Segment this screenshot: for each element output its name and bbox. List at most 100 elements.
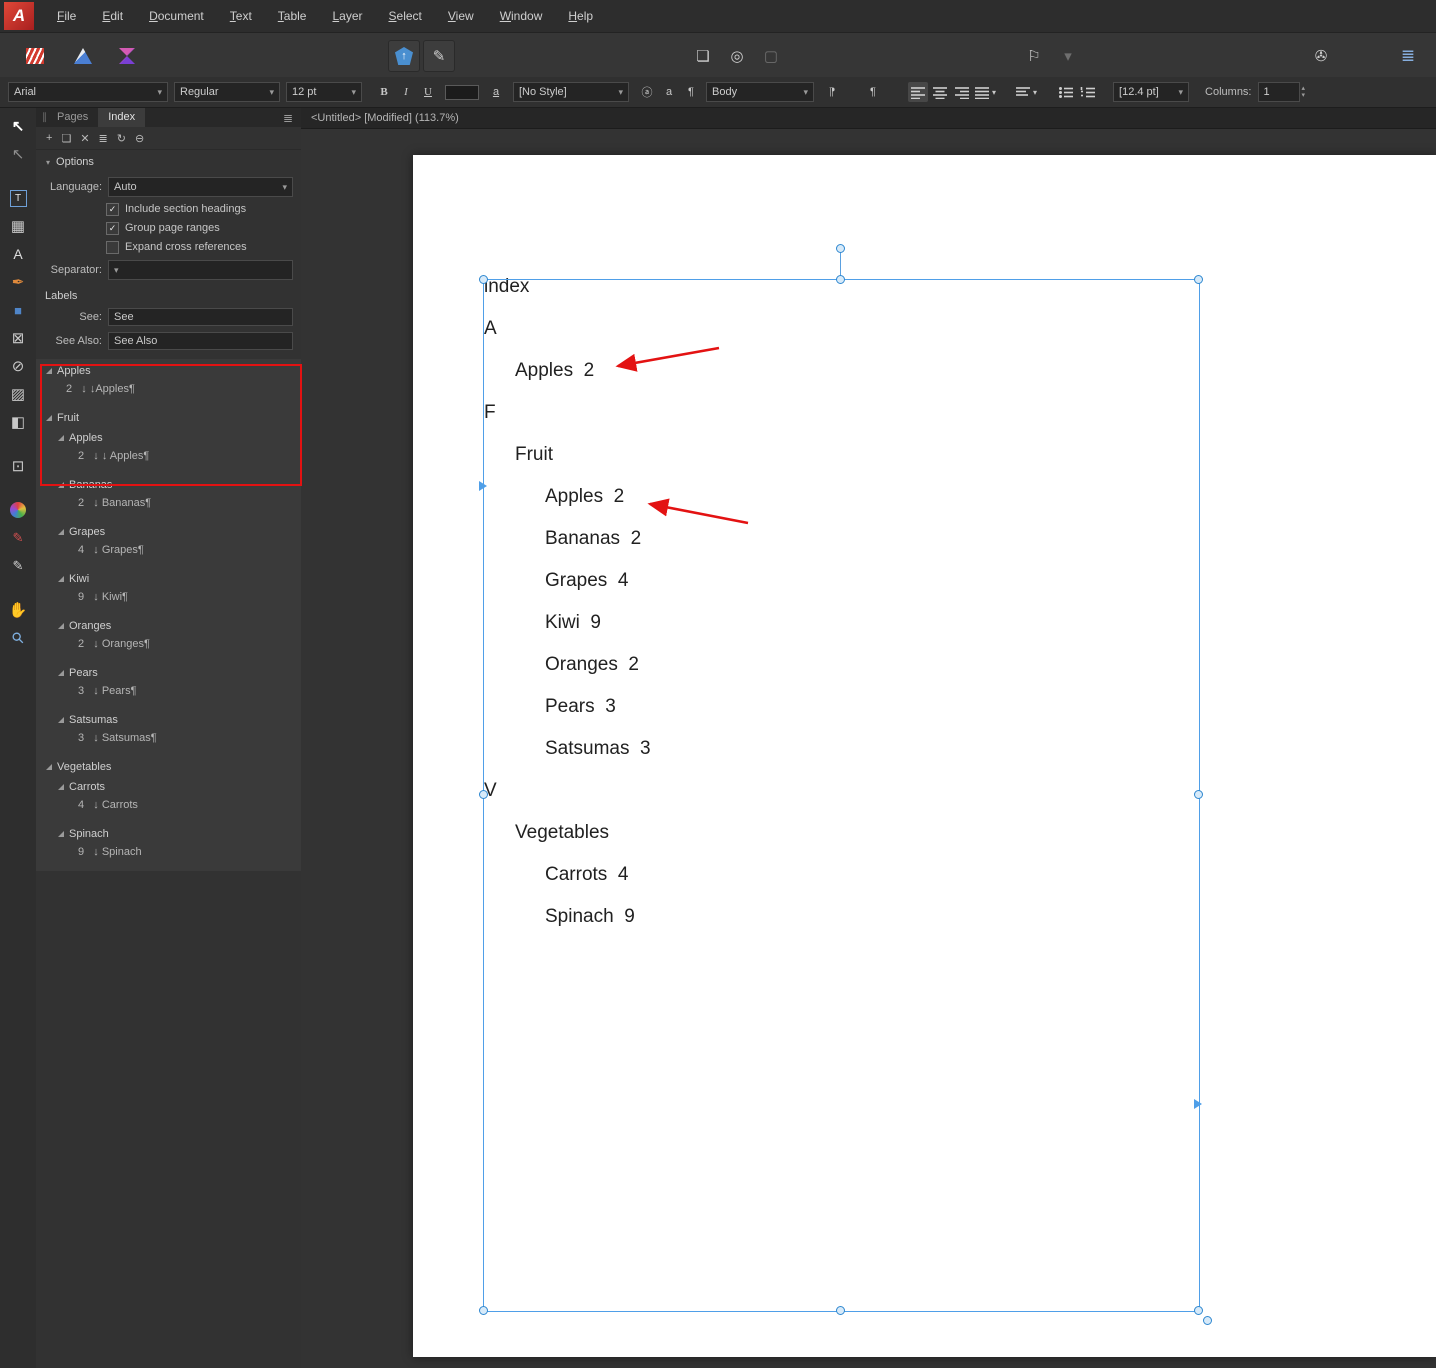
- menu-text[interactable]: Text: [217, 0, 265, 32]
- index-topic-row[interactable]: Spinach: [36, 824, 301, 844]
- index-topic-row[interactable]: Apples: [36, 361, 301, 381]
- index-topic-row[interactable]: Pears: [36, 663, 301, 683]
- index-text-line[interactable]: Apples 2: [484, 476, 651, 518]
- tree-expand-icon[interactable]: [58, 576, 64, 582]
- tree-expand-icon[interactable]: [58, 529, 64, 535]
- align-center-button[interactable]: [930, 82, 950, 102]
- tree-expand-icon[interactable]: [58, 784, 64, 790]
- frame-view-button[interactable]: ▢: [755, 40, 787, 72]
- designer-persona-button[interactable]: [62, 40, 104, 72]
- expand-cross-references-option[interactable]: Expand cross references: [36, 240, 301, 254]
- pin-button[interactable]: ⚐: [1018, 40, 1050, 72]
- index-text-line[interactable]: Spinach 9: [484, 896, 651, 938]
- index-reference-row[interactable]: 2 ↓ ↓ Apples¶: [36, 448, 301, 475]
- page-preview-button[interactable]: ❏: [687, 40, 719, 72]
- index-reference-row[interactable]: 3 ↓ Satsumas¶: [36, 730, 301, 757]
- index-topic-row[interactable]: Bananas: [36, 475, 301, 495]
- index-reference-row[interactable]: 9 ↓ Kiwi¶: [36, 589, 301, 616]
- tab-index[interactable]: Index: [98, 108, 146, 127]
- checkbox-icon[interactable]: [106, 221, 119, 235]
- pin-options-button[interactable]: ▾: [1052, 40, 1084, 72]
- font-size-select[interactable]: 12 pt ▾: [286, 82, 362, 102]
- picture-frame-tool[interactable]: ⊠: [6, 326, 30, 350]
- see-also-input[interactable]: See Also: [108, 332, 293, 350]
- view-hand-tool[interactable]: ✋: [6, 598, 30, 622]
- index-text-line[interactable]: Fruit: [484, 434, 651, 476]
- index-text-line[interactable]: Oranges 2: [484, 644, 651, 686]
- add-entry-button[interactable]: +: [46, 132, 52, 144]
- index-reference-row[interactable]: 4 ↓ Carrots: [36, 797, 301, 824]
- font-family-select[interactable]: Arial ▾: [8, 82, 168, 102]
- toolbar-menu-button[interactable]: ≣: [1392, 40, 1424, 72]
- edit-mode-button[interactable]: ✎: [423, 40, 455, 72]
- index-text-line[interactable]: Pears 3: [484, 686, 651, 728]
- tab-pages[interactable]: Pages: [47, 108, 98, 127]
- menu-file[interactable]: File: [44, 0, 89, 32]
- index-text-block[interactable]: index A Apples 2 F Fruit Apples 2 Bananas 2 Gra…: [484, 266, 651, 938]
- menu-view[interactable]: View: [435, 0, 487, 32]
- tree-expand-icon[interactable]: [46, 415, 52, 421]
- document-tab[interactable]: <Untitled> [Modified] (113.7%): [301, 108, 1436, 129]
- checkbox-icon[interactable]: [106, 240, 119, 254]
- tree-expand-icon[interactable]: [58, 482, 64, 488]
- pen-tool[interactable]: ✒: [6, 270, 30, 294]
- move-tool[interactable]: ↖: [6, 114, 30, 138]
- options-section-header[interactable]: ▾ Options: [36, 153, 301, 171]
- tree-expand-icon[interactable]: [58, 435, 64, 441]
- selection-handle-middle-left[interactable]: [479, 790, 488, 799]
- index-reference-row[interactable]: 4 ↓ Grapes¶: [36, 542, 301, 569]
- index-text-line[interactable]: F: [484, 392, 651, 434]
- include-section-headings-option[interactable]: Include section headings: [36, 202, 301, 216]
- ellipse-frame-tool[interactable]: ⊘: [6, 354, 30, 378]
- index-text-line[interactable]: Vegetables: [484, 812, 651, 854]
- character-panel-button[interactable]: a: [659, 82, 679, 102]
- vertical-alignment-button[interactable]: ▾: [1015, 82, 1037, 102]
- menu-window[interactable]: Window: [487, 0, 556, 32]
- list-view-button[interactable]: ≣: [99, 132, 108, 145]
- color-wheel-button[interactable]: [6, 498, 30, 522]
- index-text-line[interactable]: V: [484, 770, 651, 812]
- tree-expand-icon[interactable]: [58, 623, 64, 629]
- text-direction-ltr-button[interactable]: ¶: [863, 82, 883, 102]
- photo-persona-button[interactable]: [106, 40, 148, 72]
- typography-button[interactable]: ⓐ: [637, 82, 657, 102]
- menu-table[interactable]: Table: [265, 0, 320, 32]
- text-flow-in-icon[interactable]: [479, 481, 487, 491]
- show-special-characters-button[interactable]: ¶: [681, 82, 701, 102]
- align-right-button[interactable]: [952, 82, 972, 102]
- insert-index-button[interactable]: ❏: [61, 132, 71, 145]
- place-image-tool[interactable]: ▨: [6, 382, 30, 406]
- bullet-list-button[interactable]: [1056, 82, 1076, 102]
- preflight-button[interactable]: ↑: [388, 40, 420, 72]
- node-tool[interactable]: ↖: [6, 142, 30, 166]
- index-topic-row[interactable]: Satsumas: [36, 710, 301, 730]
- character-underline-icon[interactable]: a: [486, 82, 506, 102]
- checkbox-icon[interactable]: [106, 202, 119, 216]
- text-direction-rtl-button[interactable]: ¶: [822, 82, 842, 102]
- see-input[interactable]: See: [108, 308, 293, 326]
- character-style-select[interactable]: [No Style] ▾: [513, 82, 629, 102]
- columns-stepper[interactable]: 1 ▴ ▾: [1257, 82, 1305, 102]
- menu-document[interactable]: Document: [136, 0, 217, 32]
- language-select[interactable]: Auto ▾: [108, 177, 293, 197]
- separator-select[interactable]: ▾: [108, 260, 293, 280]
- index-text-line[interactable]: Grapes 4: [484, 560, 651, 602]
- leading-select[interactable]: [12.4 pt] ▾: [1113, 82, 1190, 102]
- index-topic-row[interactable]: Oranges: [36, 616, 301, 636]
- selection-handle-bottom-center[interactable]: [836, 1306, 845, 1315]
- color-picker-tool[interactable]: ✎: [6, 554, 30, 578]
- selection-handle-top-right[interactable]: [1194, 275, 1203, 284]
- selection-handle-middle-right[interactable]: [1194, 790, 1203, 799]
- tree-expand-icon[interactable]: [58, 717, 64, 723]
- index-reference-row[interactable]: 2 ↓ Bananas¶: [36, 495, 301, 522]
- selection-handle-bottom-right[interactable]: [1194, 1306, 1203, 1315]
- align-left-button[interactable]: [908, 82, 928, 102]
- artistic-text-tool[interactable]: A: [6, 242, 30, 266]
- menu-layer[interactable]: Layer: [319, 0, 375, 32]
- index-text-line[interactable]: Satsumas 3: [484, 728, 651, 770]
- menu-select[interactable]: Select: [376, 0, 435, 32]
- link-toggle-button[interactable]: ⊖: [135, 132, 144, 145]
- frame-text-tool[interactable]: T: [6, 186, 30, 210]
- zoom-tool[interactable]: ⚲: [1, 621, 35, 655]
- rectangle-tool[interactable]: ■: [6, 298, 30, 322]
